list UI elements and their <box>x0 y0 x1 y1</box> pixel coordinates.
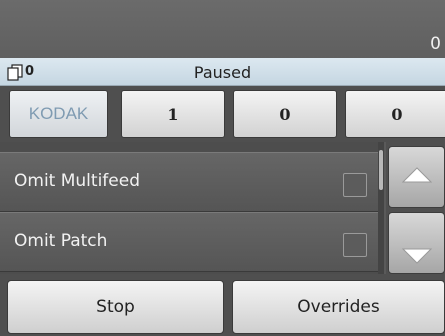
scroll-up-button[interactable] <box>388 146 445 208</box>
counter-value: 0 <box>279 104 291 124</box>
brand-label: KODAK <box>28 104 89 123</box>
counter-value: 0 <box>391 104 403 124</box>
counter-button-2[interactable]: 0 <box>233 90 337 138</box>
scrollbar-thumb[interactable] <box>379 150 383 190</box>
brand-button[interactable]: KODAK <box>9 90 108 138</box>
status-strip: 0 Paused <box>0 58 445 86</box>
option-label: Omit Multifeed <box>14 171 140 191</box>
option-list: Omit Multifeed Omit Patch <box>0 142 378 274</box>
omit-multifeed-checkbox[interactable] <box>343 173 367 197</box>
scan-status: Paused <box>193 63 252 82</box>
omit-patch-checkbox[interactable] <box>343 233 367 257</box>
stop-button[interactable]: Stop <box>7 280 224 334</box>
option-label: Omit Patch <box>14 231 108 251</box>
counter-value: 1 <box>167 104 179 124</box>
header-count: 0 <box>430 34 441 54</box>
arrow-up-icon <box>401 167 432 187</box>
option-omit-patch[interactable]: Omit Patch <box>0 212 378 272</box>
stop-label: Stop <box>96 297 135 317</box>
overrides-label: Overrides <box>297 297 380 317</box>
counter-button-1[interactable]: 1 <box>121 90 225 138</box>
counter-button-3[interactable]: 0 <box>345 90 445 138</box>
option-omit-multifeed[interactable]: Omit Multifeed <box>0 152 378 212</box>
scroll-down-button[interactable] <box>388 212 445 274</box>
arrow-down-icon <box>401 248 432 268</box>
overrides-button[interactable]: Overrides <box>232 280 445 334</box>
top-bar: 0 <box>0 0 445 58</box>
